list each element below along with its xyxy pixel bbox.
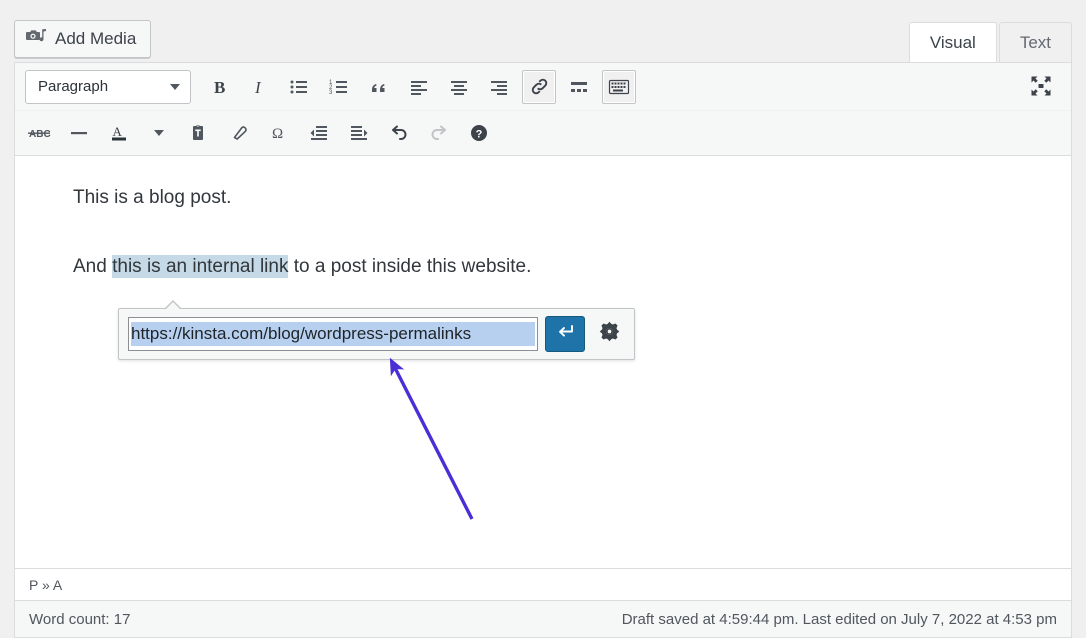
add-media-label: Add Media — [55, 29, 136, 49]
paragraph-1[interactable]: This is a blog post. — [15, 184, 1071, 213]
toolbar-row-secondary: ABC A — [15, 110, 1071, 155]
fullscreen-expand-icon[interactable] — [1025, 70, 1057, 102]
format-select[interactable]: Paragraph — [25, 70, 191, 104]
chevron-down-icon — [154, 130, 164, 136]
svg-text:B: B — [214, 78, 225, 97]
apply-link-button[interactable] — [545, 316, 585, 352]
link-insert-popup: https://kinsta.com/blog/wordpress-permal… — [118, 308, 635, 360]
chevron-down-icon — [170, 84, 180, 90]
strikethrough-button[interactable]: ABC — [22, 116, 56, 150]
svg-text:?: ? — [476, 129, 483, 141]
popup-caret-icon — [164, 300, 182, 309]
read-more-button[interactable] — [562, 70, 596, 104]
format-select-value: Paragraph — [38, 78, 108, 95]
undo-button[interactable] — [382, 116, 416, 150]
link-url-input[interactable]: https://kinsta.com/blog/wordpress-permal… — [128, 317, 538, 351]
editor-toolbar: Paragraph B I 1 2 3 — [15, 63, 1071, 156]
editor-mode-tabs: Visual Text — [909, 18, 1072, 62]
element-path-bar: P » A — [15, 568, 1071, 600]
text-color-dropdown[interactable] — [142, 116, 176, 150]
help-button[interactable]: ? — [462, 116, 496, 150]
svg-text:Ω: Ω — [272, 126, 283, 142]
element-path[interactable]: P » A — [29, 577, 62, 593]
editor-status-bar: Word count: 17 Draft saved at 4:59:44 pm… — [15, 600, 1071, 637]
paragraph-2[interactable]: And this is an internal link to a post i… — [15, 253, 1071, 282]
tab-visual[interactable]: Visual — [909, 22, 997, 62]
redo-button[interactable] — [422, 116, 456, 150]
italic-button[interactable]: I — [242, 70, 276, 104]
bulleted-list-button[interactable] — [282, 70, 316, 104]
increase-indent-button[interactable] — [342, 116, 376, 150]
align-left-button[interactable] — [402, 70, 436, 104]
media-camera-music-icon — [26, 28, 46, 51]
wp-editor: Paragraph B I 1 2 3 — [14, 62, 1072, 638]
svg-text:A: A — [113, 124, 123, 139]
enter-arrow-icon — [556, 323, 575, 345]
link-url-value: https://kinsta.com/blog/wordpress-permal… — [131, 322, 535, 346]
add-media-button[interactable]: Add Media — [14, 20, 151, 58]
clear-formatting-button[interactable] — [222, 116, 256, 150]
svg-text:I: I — [254, 78, 262, 97]
numbered-list-button[interactable]: 1 2 3 — [322, 70, 356, 104]
selected-link-text[interactable]: this is an internal link — [112, 255, 288, 278]
svg-text:3: 3 — [329, 90, 333, 96]
editor-top-bar: Add Media Visual Text — [0, 0, 1086, 62]
bold-button[interactable]: B — [202, 70, 236, 104]
paragraph-2-after: to a post inside this website. — [288, 256, 531, 277]
decrease-indent-button[interactable] — [302, 116, 336, 150]
word-count: Word count: 17 — [29, 611, 130, 628]
text-color-button[interactable]: A — [102, 116, 136, 150]
toolbar-row-primary: Paragraph B I 1 2 3 — [15, 63, 1071, 110]
tab-text[interactable]: Text — [999, 22, 1072, 62]
blockquote-button[interactable] — [362, 70, 396, 104]
align-right-button[interactable] — [482, 70, 516, 104]
gear-icon — [598, 320, 621, 348]
horizontal-line-button[interactable] — [62, 116, 96, 150]
link-options-button[interactable] — [594, 319, 624, 349]
special-character-button[interactable]: Ω — [262, 116, 296, 150]
insert-link-button[interactable] — [522, 70, 556, 104]
paragraph-2-before: And — [73, 256, 112, 277]
svg-text:ABC: ABC — [29, 129, 51, 140]
align-center-button[interactable] — [442, 70, 476, 104]
save-status: Draft saved at 4:59:44 pm. Last edited o… — [622, 611, 1057, 628]
keyboard-shortcuts-button[interactable] — [602, 70, 636, 104]
editor-content-area[interactable]: This is a blog post. And this is an inte… — [15, 156, 1071, 568]
paste-as-text-button[interactable] — [182, 116, 216, 150]
